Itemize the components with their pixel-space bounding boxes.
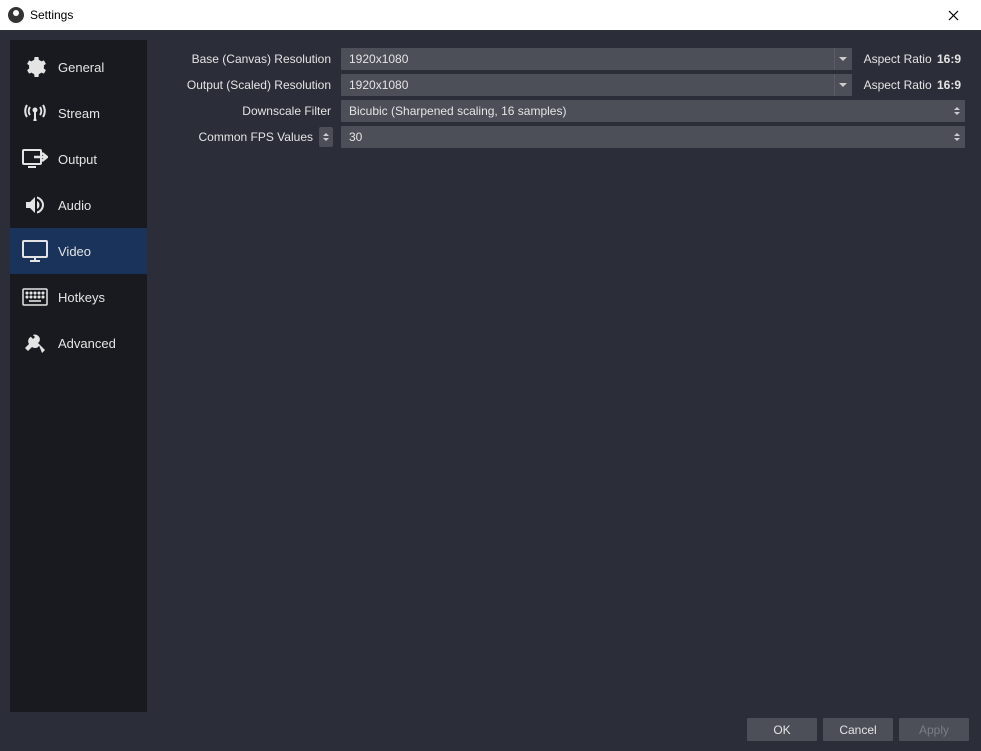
label-downscale-filter: Downscale Filter: [153, 104, 333, 118]
label-fps: Common FPS Values: [199, 130, 316, 144]
select-value: 30: [349, 130, 362, 144]
cancel-button[interactable]: Cancel: [823, 718, 893, 741]
svg-text:A: A: [33, 117, 37, 123]
select-value: Bicubic (Sharpened scaling, 16 samples): [349, 104, 566, 118]
sidebar-item-output[interactable]: Output: [10, 136, 147, 182]
chevron-down-icon: [834, 74, 852, 96]
window-body: General A Stream: [0, 30, 981, 751]
select-fps[interactable]: 30: [341, 126, 965, 148]
sidebar-item-label: Audio: [58, 198, 91, 213]
sidebar-item-label: Video: [58, 244, 91, 259]
dropdown-base-resolution[interactable]: 1920x1080: [341, 48, 852, 70]
aspect-output-resolution: Aspect Ratio 16:9: [860, 78, 965, 92]
aspect-base-resolution: Aspect Ratio 16:9: [860, 52, 965, 66]
workarea: General A Stream: [10, 40, 971, 712]
row-base-resolution: Base (Canvas) Resolution 1920x1080 Aspec…: [153, 48, 965, 70]
sidebar-item-label: General: [58, 60, 104, 75]
keyboard-icon: [22, 284, 48, 310]
spinner-icon: [949, 126, 965, 148]
app-icon: [8, 7, 24, 23]
footer: OK Cancel Apply: [10, 718, 971, 741]
gear-icon: [22, 54, 48, 80]
antenna-icon: A: [22, 100, 48, 126]
label-output-resolution: Output (Scaled) Resolution: [153, 78, 333, 92]
sidebar-item-video[interactable]: Video: [10, 228, 147, 274]
speaker-icon: [22, 192, 48, 218]
monitor-icon: [22, 238, 48, 264]
sidebar-item-label: Stream: [58, 106, 100, 121]
tools-icon: [22, 330, 48, 356]
sidebar-item-hotkeys[interactable]: Hotkeys: [10, 274, 147, 320]
dropdown-value: 1920x1080: [349, 78, 408, 92]
row-fps: Common FPS Values 30: [153, 126, 965, 148]
sidebar-item-label: Hotkeys: [58, 290, 105, 305]
label-fps-container: Common FPS Values: [153, 127, 333, 147]
row-output-resolution: Output (Scaled) Resolution 1920x1080 Asp…: [153, 74, 965, 96]
dropdown-output-resolution[interactable]: 1920x1080: [341, 74, 852, 96]
dropdown-value: 1920x1080: [349, 52, 408, 66]
apply-button: Apply: [899, 718, 969, 741]
close-icon: [948, 10, 959, 21]
arrow-out-icon: [22, 146, 48, 172]
sidebar-item-audio[interactable]: Audio: [10, 182, 147, 228]
label-base-resolution: Base (Canvas) Resolution: [153, 52, 333, 66]
window-title: Settings: [30, 8, 73, 22]
ok-button[interactable]: OK: [747, 718, 817, 741]
close-button[interactable]: [933, 1, 973, 29]
sidebar-item-stream[interactable]: A Stream: [10, 90, 147, 136]
titlebar: Settings: [0, 0, 981, 30]
sidebar-item-advanced[interactable]: Advanced: [10, 320, 147, 366]
sidebar-item-label: Advanced: [58, 336, 116, 351]
sidebar: General A Stream: [10, 40, 147, 712]
sidebar-item-label: Output: [58, 152, 97, 167]
sidebar-item-general[interactable]: General: [10, 44, 147, 90]
row-downscale-filter: Downscale Filter Bicubic (Sharpened scal…: [153, 100, 965, 122]
select-downscale-filter[interactable]: Bicubic (Sharpened scaling, 16 samples): [341, 100, 965, 122]
video-settings-panel: Base (Canvas) Resolution 1920x1080 Aspec…: [153, 40, 971, 712]
chevron-down-icon: [834, 48, 852, 70]
fps-mode-spinner[interactable]: [319, 127, 333, 147]
spinner-icon: [949, 100, 965, 122]
